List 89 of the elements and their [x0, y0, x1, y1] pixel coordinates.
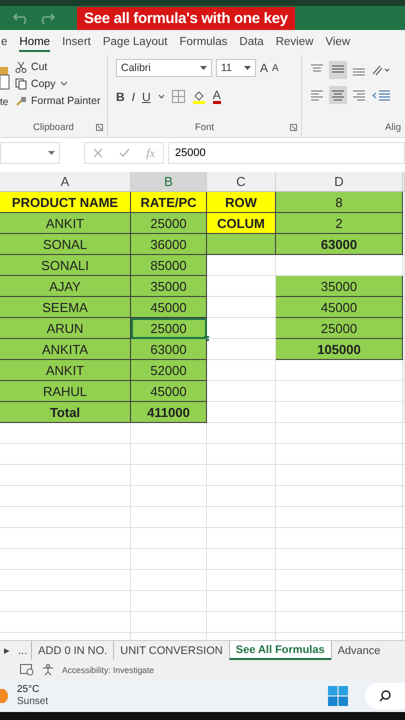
search-icon: [379, 690, 391, 702]
grow-font-button[interactable]: A: [260, 61, 268, 75]
table-cell: 63000: [131, 339, 207, 360]
weather-label: Sunset: [17, 696, 48, 708]
sheet-tab[interactable]: See All Formulas: [228, 641, 331, 660]
table-cell: SONAL: [0, 234, 131, 255]
copy-icon: [15, 78, 27, 90]
table-cell: RATE/PC: [131, 192, 207, 213]
ribbon-tab[interactable]: Insert: [62, 36, 91, 52]
table-cell: AJAY: [0, 276, 131, 297]
italic-button[interactable]: I: [132, 90, 136, 104]
format-painter-button[interactable]: Format Painter: [15, 95, 100, 107]
windows-start-icon[interactable]: [328, 686, 348, 706]
ribbon-tab[interactable]: Data: [239, 36, 264, 52]
table-cell: 45000: [131, 297, 207, 318]
launcher-icon[interactable]: [96, 124, 103, 131]
ribbon-tab[interactable]: Review: [276, 36, 314, 52]
ribbon-tab[interactable]: Page Layout: [102, 36, 168, 52]
next-sheet-button[interactable]: ▸: [0, 641, 14, 660]
table-cell: 25000: [131, 213, 207, 234]
enter-icon[interactable]: [119, 148, 130, 158]
table-cell: 105000: [276, 339, 403, 360]
table-cell: 45000: [276, 297, 403, 318]
table-cell: ANKIT: [0, 360, 131, 381]
table-cell: 52000: [131, 360, 207, 381]
column-header[interactable]: B: [131, 172, 207, 192]
ribbon-tab[interactable]: e: [1, 36, 8, 52]
paste-label: te: [0, 97, 8, 108]
borders-icon[interactable]: [172, 90, 185, 103]
table-cell: 2: [276, 213, 403, 234]
temperature: 25°C: [17, 684, 40, 696]
orientation-icon[interactable]: [371, 64, 391, 76]
ribbon-tab[interactable]: Home: [19, 36, 50, 52]
align-right-icon[interactable]: [352, 89, 366, 101]
table-cell: SONALI: [0, 255, 131, 276]
table-cell: 63000: [276, 234, 403, 255]
table-cell: 35000: [276, 276, 403, 297]
dropdown-icon: [244, 66, 251, 70]
macro-icon[interactable]: [20, 664, 34, 676]
ribbon-tab[interactable]: Formulas: [179, 36, 228, 52]
paste-icon[interactable]: [0, 65, 10, 91]
table-cell: 85000: [131, 255, 207, 276]
table-cell: 411000: [131, 402, 207, 423]
table-cell: COLUM: [207, 213, 276, 234]
align-center-icon[interactable]: [329, 86, 347, 104]
table-cell: Total: [0, 402, 131, 423]
group-label: Font: [194, 122, 214, 133]
table-cell: 36000: [131, 234, 207, 255]
font-size-field[interactable]: 11: [216, 59, 256, 77]
caret-icon: [60, 81, 68, 87]
font-color-button[interactable]: A: [212, 89, 221, 104]
search-button[interactable]: [365, 683, 405, 709]
table-cell: SEEMA: [0, 297, 131, 318]
bold-button[interactable]: B: [116, 90, 125, 104]
cut-button[interactable]: Cut: [15, 61, 100, 73]
dropdown-icon: [200, 66, 207, 70]
fill-color-icon[interactable]: [192, 90, 206, 104]
formula-field[interactable]: 25000: [168, 142, 405, 164]
weather-icon[interactable]: [0, 689, 10, 703]
brush-icon: [15, 95, 27, 107]
cancel-icon[interactable]: [93, 148, 104, 158]
font-name-field[interactable]: Calibri: [116, 59, 212, 77]
more-sheets-button[interactable]: ...: [14, 641, 32, 660]
ribbon-tab[interactable]: View: [325, 36, 350, 52]
caret-icon[interactable]: [158, 94, 165, 99]
accessibility-icon[interactable]: [42, 664, 54, 676]
group-label: Alig: [385, 122, 401, 133]
table-cell: 35000: [131, 276, 207, 297]
launcher-icon[interactable]: [290, 124, 297, 131]
table-cell: 8: [276, 192, 403, 213]
table-cell: 25000: [276, 318, 403, 339]
indent-icon[interactable]: [371, 89, 391, 101]
table-cell: ANKITA: [0, 339, 131, 360]
caption-banner: See all formula's with one key: [77, 7, 295, 30]
table-cell: RAHUL: [0, 381, 131, 402]
group-label: Clipboard: [33, 122, 74, 133]
table-cell: ANKIT: [0, 213, 131, 234]
shrink-font-button[interactable]: A: [272, 62, 279, 74]
table-cell: ARUN: [0, 318, 131, 339]
table-cell: PRODUCT NAME: [0, 192, 131, 213]
scissors-icon: [15, 61, 27, 73]
align-middle-icon[interactable]: [329, 61, 347, 79]
table-cell: 45000: [131, 381, 207, 402]
align-left-icon[interactable]: [310, 89, 324, 101]
underline-button[interactable]: U: [142, 90, 151, 104]
table-cell: 25000: [131, 318, 207, 339]
accessibility-status[interactable]: Accessibility: Investigate: [62, 665, 154, 675]
table-cell: ROW: [207, 192, 276, 213]
copy-button[interactable]: Copy: [15, 78, 100, 90]
